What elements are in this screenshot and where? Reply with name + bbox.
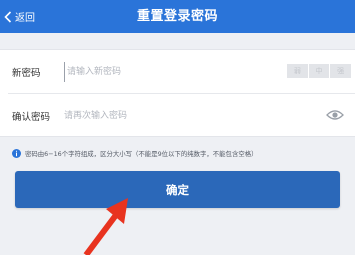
password-rules-note: 密码由6−16个字符组成，区分大小写（不能是9位以下的纯数字，不能包含空格） xyxy=(12,149,352,158)
password-form: 新密码 弱 中 强 确认密码 xyxy=(0,49,355,137)
new-password-row: 新密码 弱 中 强 xyxy=(0,50,355,93)
confirm-button[interactable]: 确定 xyxy=(15,171,340,208)
page-title: 重置登录密码 xyxy=(136,9,218,24)
eye-icon[interactable] xyxy=(326,109,344,121)
confirm-password-input[interactable] xyxy=(64,105,274,126)
new-password-label: 新密码 xyxy=(12,67,41,79)
strength-weak: 弱 xyxy=(287,64,308,78)
strength-strong: 强 xyxy=(330,64,352,78)
strength-medium: 中 xyxy=(308,64,330,78)
new-password-input[interactable] xyxy=(64,61,274,82)
confirm-password-label: 确认密码 xyxy=(12,111,51,123)
password-strength-meter: 弱 中 强 xyxy=(287,64,352,78)
header-bar: 返回 重置登录密码 xyxy=(0,0,355,33)
password-rules-text: 密码由6−16个字符组成，区分大小写（不能是9位以下的纯数字，不能包含空格） xyxy=(25,150,258,158)
confirm-password-row: 确认密码 xyxy=(0,94,355,137)
info-icon xyxy=(12,149,21,158)
